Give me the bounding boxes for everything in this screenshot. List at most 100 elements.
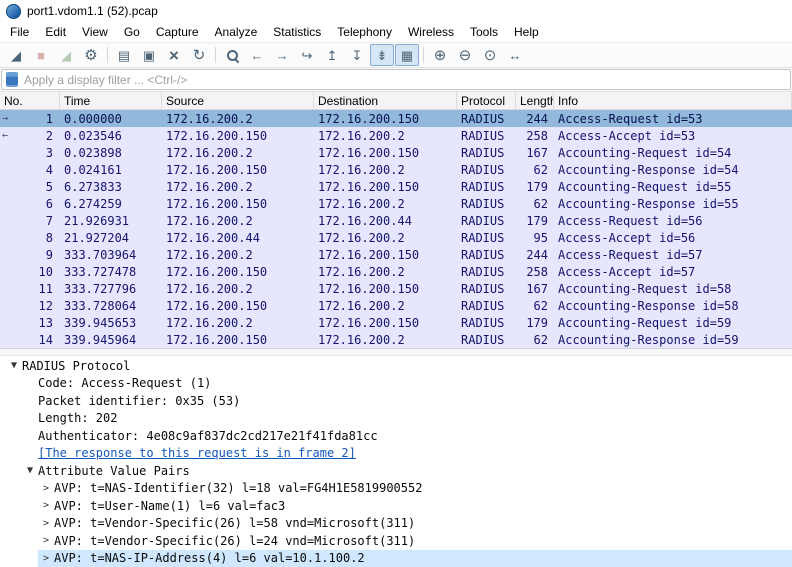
- menu-help[interactable]: Help: [506, 23, 547, 41]
- menu-edit[interactable]: Edit: [37, 23, 74, 41]
- menu-view[interactable]: View: [74, 23, 116, 41]
- colorize-icon[interactable]: ▦: [395, 44, 419, 66]
- resize-columns-icon[interactable]: ↔: [503, 44, 527, 66]
- packet-cell-destination: 172.16.200.2: [314, 163, 457, 177]
- menu-statistics[interactable]: Statistics: [265, 23, 329, 41]
- detail-row[interactable]: Length: 202: [0, 410, 792, 428]
- column-header-no[interactable]: No.: [0, 92, 60, 109]
- start-capture-icon[interactable]: ◢: [4, 44, 28, 66]
- go-to-packet-icon[interactable]: ↪: [295, 44, 319, 66]
- save-file-icon[interactable]: ▣: [137, 44, 161, 66]
- packet-cell-info: Accounting-Request id=58: [554, 282, 792, 296]
- reload-file-icon[interactable]: ↻: [187, 44, 211, 66]
- packet-row[interactable]: 12333.728064172.16.200.150172.16.200.2RA…: [0, 297, 792, 314]
- expander-icon[interactable]: ▼: [6, 360, 22, 371]
- packet-row[interactable]: 14339.945964172.16.200.150172.16.200.2RA…: [0, 331, 792, 348]
- expander-icon[interactable]: >: [38, 518, 54, 529]
- packet-row[interactable]: 11333.727796172.16.200.2172.16.200.150RA…: [0, 280, 792, 297]
- packet-cell-length: 62: [516, 197, 554, 211]
- go-back-icon[interactable]: ←: [245, 44, 269, 66]
- detail-row[interactable]: ▼Attribute Value Pairs: [0, 462, 792, 480]
- packet-cell-no: 12: [0, 299, 60, 313]
- packet-cell-destination: 172.16.200.150: [314, 112, 457, 126]
- packet-cell-length: 258: [516, 265, 554, 279]
- packet-cell-protocol: RADIUS: [457, 180, 516, 194]
- packet-row[interactable]: 56.273833172.16.200.2172.16.200.150RADIU…: [0, 178, 792, 195]
- filter-bookmark-icon[interactable]: [6, 72, 18, 87]
- stop-capture-icon[interactable]: ■: [29, 44, 53, 66]
- detail-row[interactable]: Code: Access-Request (1): [0, 375, 792, 393]
- display-filter-field[interactable]: [1, 69, 791, 90]
- find-packet-icon[interactable]: [220, 44, 244, 66]
- expander-icon[interactable]: >: [38, 483, 54, 494]
- detail-row[interactable]: >AVP: t=User-Name(1) l=6 val=fac3: [0, 497, 792, 515]
- detail-text: AVP: t=NAS-Identifier(32) l=18 val=FG4H1…: [54, 481, 422, 495]
- capture-options-icon[interactable]: ⚙: [79, 44, 103, 66]
- open-file-icon[interactable]: ▤: [112, 44, 136, 66]
- packet-cell-destination: 172.16.200.150: [314, 316, 457, 330]
- zoom-original-icon[interactable]: ⊙: [478, 44, 502, 66]
- column-header-destination[interactable]: Destination: [314, 92, 457, 109]
- packet-row[interactable]: 10333.727478172.16.200.150172.16.200.2RA…: [0, 263, 792, 280]
- filter-bar: [0, 68, 792, 92]
- packet-row[interactable]: 2←0.023546172.16.200.150172.16.200.2RADI…: [0, 127, 792, 144]
- menu-telephony[interactable]: Telephony: [329, 23, 400, 41]
- menu-analyze[interactable]: Analyze: [207, 23, 266, 41]
- menu-tools[interactable]: Tools: [462, 23, 506, 41]
- display-filter-input[interactable]: [24, 73, 790, 87]
- zoom-in-icon[interactable]: ⊕: [428, 44, 452, 66]
- detail-row-response-link[interactable]: [The response to this request is in fram…: [0, 445, 792, 463]
- detail-row[interactable]: Authenticator: 4e08c9af837dc2cd217e21f41…: [0, 427, 792, 445]
- related-packet-icon: →: [2, 113, 8, 124]
- column-header-info[interactable]: Info: [554, 92, 792, 109]
- column-header-length[interactable]: Length: [516, 92, 554, 109]
- packet-row[interactable]: 9333.703964172.16.200.2172.16.200.150RAD…: [0, 246, 792, 263]
- packet-cell-protocol: RADIUS: [457, 316, 516, 330]
- packet-cell-no: 5: [0, 180, 60, 194]
- detail-row[interactable]: ▼RADIUS Protocol: [0, 357, 792, 375]
- packet-cell-source: 172.16.200.150: [162, 299, 314, 313]
- packet-cell-protocol: RADIUS: [457, 112, 516, 126]
- first-packet-icon[interactable]: ↥: [320, 44, 344, 66]
- packet-row[interactable]: 40.024161172.16.200.150172.16.200.2RADIU…: [0, 161, 792, 178]
- packet-row[interactable]: 721.926931172.16.200.2172.16.200.44RADIU…: [0, 212, 792, 229]
- expander-icon[interactable]: >: [38, 500, 54, 511]
- packet-cell-protocol: RADIUS: [457, 299, 516, 313]
- pane-splitter[interactable]: [0, 348, 792, 356]
- detail-row[interactable]: >AVP: t=Vendor-Specific(26) l=58 vnd=Mic…: [0, 515, 792, 533]
- packet-cell-time: 21.926931: [60, 214, 162, 228]
- expander-icon[interactable]: >: [38, 535, 54, 546]
- menu-capture[interactable]: Capture: [148, 23, 207, 41]
- column-header-protocol[interactable]: Protocol: [457, 92, 516, 109]
- detail-row[interactable]: >AVP: t=NAS-IP-Address(4) l=6 val=10.1.1…: [0, 550, 792, 567]
- detail-row[interactable]: >AVP: t=Vendor-Specific(26) l=24 vnd=Mic…: [0, 532, 792, 550]
- toolbar-separator: [215, 47, 216, 63]
- last-packet-icon[interactable]: ↧: [345, 44, 369, 66]
- packet-cell-source: 172.16.200.2: [162, 214, 314, 228]
- packet-cell-length: 179: [516, 214, 554, 228]
- go-forward-icon[interactable]: →: [270, 44, 294, 66]
- close-file-icon[interactable]: ×: [162, 44, 186, 66]
- menu-wireless[interactable]: Wireless: [400, 23, 462, 41]
- packet-cell-protocol: RADIUS: [457, 333, 516, 347]
- packet-cell-protocol: RADIUS: [457, 231, 516, 245]
- packet-row[interactable]: 30.023898172.16.200.2172.16.200.150RADIU…: [0, 144, 792, 161]
- packet-row[interactable]: 1→0.000000172.16.200.2172.16.200.150RADI…: [0, 110, 792, 127]
- zoom-out-icon[interactable]: ⊖: [453, 44, 477, 66]
- column-header-source[interactable]: Source: [162, 92, 314, 109]
- wireshark-window: port1.vdom1.1 (52).pcap FileEditViewGoCa…: [0, 0, 792, 567]
- expander-icon[interactable]: >: [38, 553, 54, 564]
- detail-row[interactable]: Packet identifier: 0x35 (53): [0, 392, 792, 410]
- packet-cell-destination: 172.16.200.44: [314, 214, 457, 228]
- detail-row[interactable]: >AVP: t=NAS-Identifier(32) l=18 val=FG4H…: [0, 480, 792, 498]
- auto-scroll-icon[interactable]: ⇟: [370, 44, 394, 66]
- menu-file[interactable]: File: [2, 23, 37, 41]
- restart-capture-icon[interactable]: ◢: [54, 44, 78, 66]
- packet-row[interactable]: 13339.945653172.16.200.2172.16.200.150RA…: [0, 314, 792, 331]
- packet-row[interactable]: 66.274259172.16.200.150172.16.200.2RADIU…: [0, 195, 792, 212]
- packet-cell-source: 172.16.200.2: [162, 112, 314, 126]
- column-header-time[interactable]: Time: [60, 92, 162, 109]
- packet-row[interactable]: 821.927204172.16.200.44172.16.200.2RADIU…: [0, 229, 792, 246]
- menu-go[interactable]: Go: [116, 23, 148, 41]
- expander-icon[interactable]: ▼: [22, 465, 38, 476]
